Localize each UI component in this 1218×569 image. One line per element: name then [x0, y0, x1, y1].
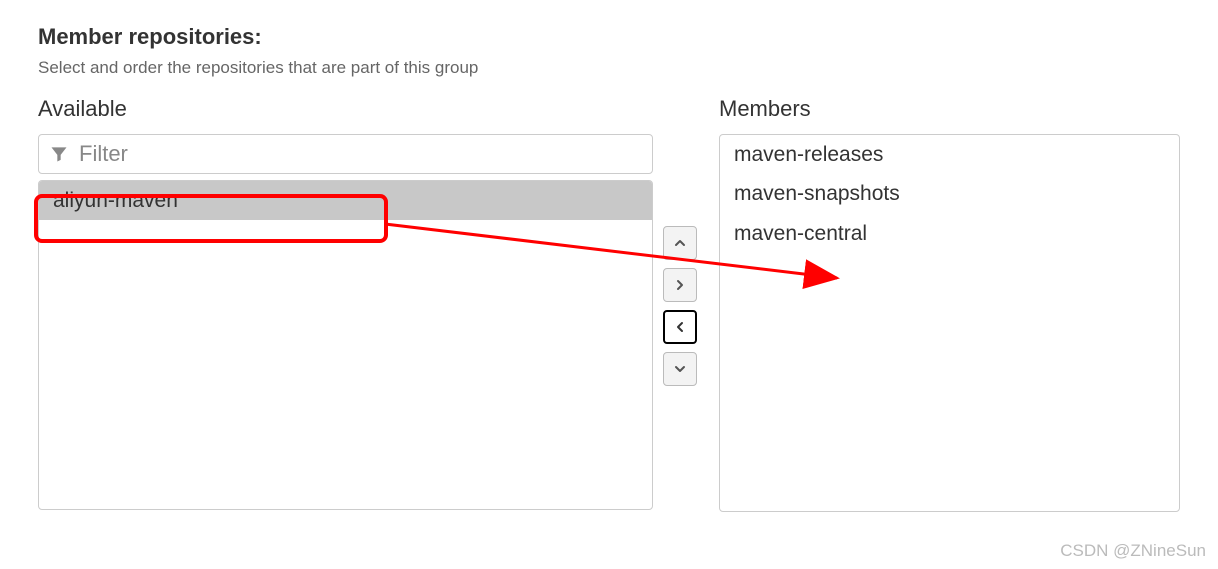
filter-input[interactable]	[77, 140, 642, 168]
watermark: CSDN @ZNineSun	[1060, 541, 1206, 561]
move-up-button[interactable]	[663, 226, 697, 260]
members-list[interactable]: maven-releasesmaven-snapshotsmaven-centr…	[719, 134, 1180, 512]
members-panel: Members maven-releasesmaven-snapshotsmav…	[707, 96, 1180, 512]
available-list[interactable]: aliyun-maven	[38, 180, 653, 510]
members-item[interactable]: maven-snapshots	[720, 174, 1179, 213]
members-item[interactable]: maven-central	[720, 214, 1179, 253]
available-label: Available	[38, 96, 653, 122]
members-item[interactable]: maven-releases	[720, 135, 1179, 174]
transfer-buttons	[653, 226, 707, 386]
section-description: Select and order the repositories that a…	[38, 58, 1180, 78]
transfer-control: Available aliyun-maven	[38, 96, 1180, 512]
filter-icon	[49, 144, 69, 164]
available-panel: Available aliyun-maven	[38, 96, 653, 510]
filter-box[interactable]	[38, 134, 653, 174]
move-left-button[interactable]	[663, 310, 697, 344]
available-item[interactable]: aliyun-maven	[39, 181, 652, 220]
move-right-button[interactable]	[663, 268, 697, 302]
members-label: Members	[719, 96, 1180, 122]
move-down-button[interactable]	[663, 352, 697, 386]
section-title: Member repositories:	[38, 24, 1180, 50]
